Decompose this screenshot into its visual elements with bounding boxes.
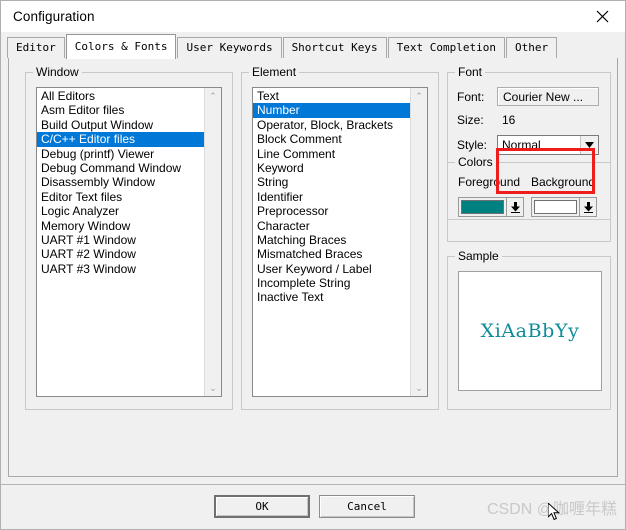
ok-button[interactable]: OK — [214, 495, 310, 518]
style-field-row: Style: Normal — [457, 135, 599, 155]
scroll-up-icon[interactable]: ⌃ — [411, 88, 427, 104]
background-color-picker[interactable] — [531, 197, 597, 217]
background-color-swatch[interactable] — [534, 200, 577, 214]
list-item[interactable]: Keyword — [253, 161, 410, 175]
chevron-down-icon[interactable] — [580, 136, 598, 154]
list-item[interactable]: Debug (printf) Viewer — [37, 147, 204, 161]
list-item[interactable]: Inactive Text — [253, 290, 410, 304]
list-item[interactable]: Memory Window — [37, 219, 204, 233]
close-icon[interactable] — [579, 1, 625, 32]
sample-group: Sample XiAaBbYy — [447, 250, 611, 410]
window-group: Window All Editors Asm Editor files Buil… — [25, 66, 233, 410]
list-item[interactable]: Logic Analyzer — [37, 204, 204, 218]
scroll-up-icon[interactable]: ⌃ — [205, 88, 221, 104]
cancel-button[interactable]: Cancel — [319, 495, 415, 518]
foreground-label: Foreground — [458, 175, 521, 189]
element-listbox[interactable]: Text Number Operator, Block, Brackets Bl… — [252, 87, 428, 397]
configuration-dialog: Configuration Editor Colors & Fonts User… — [0, 0, 626, 530]
element-list-items: Text Number Operator, Block, Brackets Bl… — [253, 88, 410, 396]
list-item[interactable]: Asm Editor files — [37, 103, 204, 117]
sample-preview: XiAaBbYy — [458, 271, 602, 391]
list-item[interactable]: User Keyword / Label — [253, 262, 410, 276]
tab-editor[interactable]: Editor — [7, 37, 65, 58]
list-item[interactable]: Editor Text files — [37, 190, 204, 204]
window-list-items: All Editors Asm Editor files Build Outpu… — [37, 88, 204, 396]
font-label: Font: — [457, 89, 485, 104]
list-item[interactable]: Character — [253, 219, 410, 233]
style-select-value: Normal — [502, 138, 541, 152]
list-item[interactable]: All Editors — [37, 89, 204, 103]
window-group-label: Window — [33, 66, 82, 79]
scroll-down-icon[interactable]: ⌄ — [205, 380, 221, 396]
font-group-label: Font — [455, 66, 486, 79]
sample-text: XiAaBbYy — [480, 320, 580, 342]
tab-panel-colors-and-fonts: Window All Editors Asm Editor files Buil… — [8, 58, 618, 477]
element-group: Element Text Number Operator, Block, Bra… — [241, 66, 439, 410]
list-item-selected[interactable]: Number — [253, 103, 410, 118]
list-item[interactable]: Build Output Window — [37, 118, 204, 132]
tab-colors-and-fonts[interactable]: Colors & Fonts — [65, 34, 177, 59]
list-item[interactable]: String — [253, 175, 410, 189]
foreground-dropdown-icon[interactable] — [506, 198, 523, 216]
tab-shortcut-keys[interactable]: Shortcut Keys — [282, 37, 387, 58]
style-select[interactable]: Normal — [497, 135, 599, 155]
tab-user-keywords[interactable]: User Keywords — [177, 37, 282, 58]
background-dropdown-icon[interactable] — [579, 198, 596, 216]
page-title: Configuration — [13, 9, 95, 24]
sample-group-label: Sample — [455, 250, 502, 263]
size-value: 16 — [502, 113, 516, 127]
list-item[interactable]: Debug Command Window — [37, 161, 204, 175]
csdn-watermark: CSDN @咖喱年糕 — [486, 501, 617, 518]
dialog-footer: OK Cancel CSDN @咖喱年糕 — [1, 484, 625, 529]
list-item[interactable]: Identifier — [253, 190, 410, 204]
list-item[interactable]: Block Comment — [253, 132, 410, 146]
colors-group: Colors Foreground Background — [447, 156, 611, 242]
list-item[interactable]: Incomplete String — [253, 276, 410, 290]
tab-text-completion[interactable]: Text Completion — [387, 37, 505, 58]
tab-other[interactable]: Other — [506, 37, 558, 58]
scroll-down-icon[interactable]: ⌄ — [411, 380, 427, 396]
title-bar: Configuration — [1, 1, 625, 32]
size-field-row: Size: 16 — [457, 113, 515, 127]
window-list-scrollbar[interactable]: ⌃ ⌄ — [204, 88, 221, 396]
element-group-label: Element — [249, 66, 300, 79]
list-item[interactable]: UART #2 Window — [37, 247, 204, 261]
list-item[interactable]: Preprocessor — [253, 204, 410, 218]
font-picker-button[interactable]: Courier New ... — [497, 87, 599, 106]
colors-group-label: Colors — [455, 156, 496, 169]
background-label: Background — [531, 175, 596, 189]
foreground-color-picker[interactable] — [458, 197, 524, 217]
style-label: Style: — [457, 138, 488, 152]
element-list-scrollbar[interactable]: ⌃ ⌄ — [410, 88, 427, 396]
list-item[interactable]: Line Comment — [253, 147, 410, 161]
list-item[interactable]: Matching Braces — [253, 233, 410, 247]
list-item[interactable]: Disassembly Window — [37, 175, 204, 189]
size-label: Size: — [457, 113, 484, 127]
list-item-selected[interactable]: C/C++ Editor files — [37, 132, 204, 147]
list-item[interactable]: UART #3 Window — [37, 262, 204, 276]
list-item[interactable]: UART #1 Window — [37, 233, 204, 247]
font-field-row: Font: Courier New ... — [457, 87, 599, 106]
foreground-color-swatch[interactable] — [461, 200, 504, 214]
list-item[interactable]: Operator, Block, Brackets — [253, 118, 410, 132]
window-listbox[interactable]: All Editors Asm Editor files Build Outpu… — [36, 87, 222, 397]
list-item[interactable]: Mismatched Braces — [253, 247, 410, 261]
tab-strip: Editor Colors & Fonts User Keywords Shor… — [1, 32, 625, 59]
list-item[interactable]: Text — [253, 89, 410, 103]
